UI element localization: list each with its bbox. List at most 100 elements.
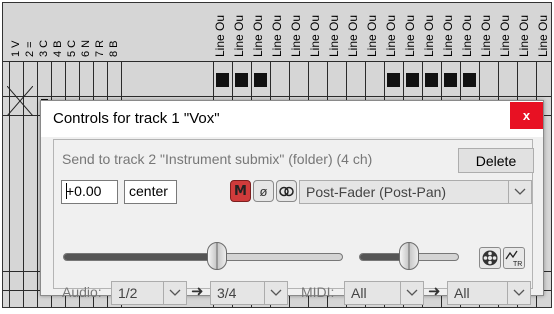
send-panel: Send to track 2 "Instrument submix" (fol… — [53, 139, 534, 305]
line-out-header-label: Line Ou — [498, 14, 512, 57]
send-mode-value: Post-Fader (Post-Pan) — [306, 184, 447, 200]
trim-automation-button[interactable]: TR — [503, 247, 525, 269]
line-out-header: Line Ou — [422, 3, 441, 59]
channel-header: 1 V — [9, 3, 23, 59]
fx-wheel-icon — [482, 250, 498, 266]
line-out-header: Line Ou — [384, 3, 403, 59]
channel-header-label: 8 B — [108, 40, 120, 57]
send-controls-dialog: Controls for track 1 "Vox" x Send to tra… — [40, 100, 544, 305]
channel-header: 3 C — [37, 3, 51, 59]
midi-dest-value: All — [454, 285, 470, 301]
line-out-header-label: Line Ou — [232, 14, 246, 57]
delete-button[interactable]: Delete — [458, 148, 534, 173]
grid-row-line — [3, 61, 551, 62]
line-out-header-label: Line Ou — [384, 14, 398, 57]
line-out-header-label: Line Ou — [536, 14, 550, 57]
routing-cell-mark[interactable] — [254, 73, 267, 87]
line-out-header: Line Ou — [460, 3, 479, 59]
channel-header: 2 = — [23, 3, 37, 59]
line-out-header: Line Ou — [232, 3, 251, 59]
grid-row-line — [3, 96, 551, 97]
line-out-header-label: Line Ou — [308, 14, 322, 57]
line-out-header-label: Line Ou — [403, 14, 417, 57]
phase-icon: ø — [259, 183, 268, 199]
audio-label: Audio: — [62, 284, 102, 300]
audio-dest-select[interactable]: 3/4 — [210, 281, 288, 305]
pan-slider-knob[interactable] — [399, 242, 419, 270]
svg-text:TR: TR — [513, 261, 522, 268]
midi-source-select[interactable]: All — [344, 281, 424, 305]
delete-button-label: Delete — [475, 152, 517, 169]
routing-cell-mark[interactable] — [444, 73, 457, 87]
chevron-down-icon — [508, 181, 531, 203]
routing-cell-mark[interactable] — [235, 73, 248, 87]
line-out-header: Line Ou — [365, 3, 384, 59]
mute-button[interactable]: M — [230, 180, 251, 202]
line-out-header-label: Line Ou — [251, 14, 265, 57]
trim-envelope-icon: TR — [505, 250, 522, 268]
audio-dest-value: 3/4 — [217, 285, 237, 301]
volume-field[interactable]: +0.00 — [61, 180, 118, 204]
line-out-header: Line Ou — [213, 3, 232, 59]
line-out-header-label: Line Ou — [517, 14, 531, 57]
channel-header-label: 3 C — [38, 39, 50, 57]
chevron-down-icon — [264, 282, 287, 304]
channel-header: 8 B — [107, 3, 121, 59]
line-out-header-label: Line Ou — [270, 14, 284, 57]
channel-header-label: 6 N — [80, 39, 92, 57]
line-out-header: Line Ou — [270, 3, 289, 59]
dialog-titlebar[interactable]: Controls for track 1 "Vox" x — [41, 101, 543, 137]
envelope-button[interactable] — [479, 247, 501, 269]
audio-source-select[interactable]: 1/2 — [111, 281, 187, 305]
line-out-header: Line Ou — [327, 3, 346, 59]
dialog-title: Controls for track 1 "Vox" — [53, 110, 220, 127]
line-out-header-label: Line Ou — [422, 14, 436, 57]
line-out-header-label: Line Ou — [289, 14, 303, 57]
volume-slider-fill — [64, 254, 216, 260]
volume-value: +0.00 — [66, 183, 102, 199]
mute-label: M — [234, 183, 247, 199]
line-out-header: Line Ou — [251, 3, 270, 59]
mono-stereo-button[interactable] — [276, 180, 297, 202]
channel-header: 7 R — [93, 3, 107, 59]
line-out-header-label: Line Ou — [327, 14, 341, 57]
line-out-header-label: Line Ou — [479, 14, 493, 57]
routing-cell-mark[interactable] — [406, 73, 419, 87]
line-out-header: Line Ou — [308, 3, 327, 59]
line-out-header: Line Ou — [346, 3, 365, 59]
channel-header-label: 7 R — [94, 39, 106, 57]
line-out-header-label: Line Ou — [213, 14, 227, 57]
midi-source-value: All — [351, 285, 367, 301]
channel-header-label: 1 V — [10, 40, 22, 57]
channel-header: 6 N — [79, 3, 93, 59]
volume-slider-knob[interactable] — [207, 242, 227, 270]
chevron-down-icon — [400, 282, 423, 304]
line-out-header-label: Line Ou — [460, 14, 474, 57]
chevron-down-icon — [163, 282, 186, 304]
audio-route-arrow-icon: ➜ — [191, 283, 204, 300]
routing-cell-mark[interactable] — [216, 73, 229, 87]
line-out-header-label: Line Ou — [365, 14, 379, 57]
line-out-header: Line Ou — [441, 3, 460, 59]
send-mode-select[interactable]: Post-Fader (Post-Pan) — [299, 180, 532, 204]
volume-slider[interactable] — [63, 253, 343, 261]
midi-route-arrow-icon: ➜ — [428, 283, 441, 300]
midi-dest-select[interactable]: All — [447, 281, 531, 305]
pan-field[interactable]: center — [124, 180, 177, 204]
line-out-header: Line Ou — [403, 3, 422, 59]
routing-cell-mark[interactable] — [463, 73, 476, 87]
pan-value: center — [129, 183, 168, 199]
line-out-header: Line Ou — [536, 3, 551, 59]
channel-header-label: 4 B — [52, 40, 64, 57]
chevron-down-icon — [507, 282, 530, 304]
close-icon: x — [522, 108, 531, 123]
phase-invert-button[interactable]: ø — [253, 180, 274, 202]
close-button[interactable]: x — [510, 102, 543, 129]
line-out-header: Line Ou — [498, 3, 517, 59]
routing-cell-mark[interactable] — [425, 73, 438, 87]
line-out-header: Line Ou — [479, 3, 498, 59]
routing-cell-mark[interactable] — [387, 73, 400, 87]
corner-x-icon — [7, 86, 33, 116]
mono-stereo-icon — [279, 186, 294, 196]
line-out-header: Line Ou — [289, 3, 308, 59]
